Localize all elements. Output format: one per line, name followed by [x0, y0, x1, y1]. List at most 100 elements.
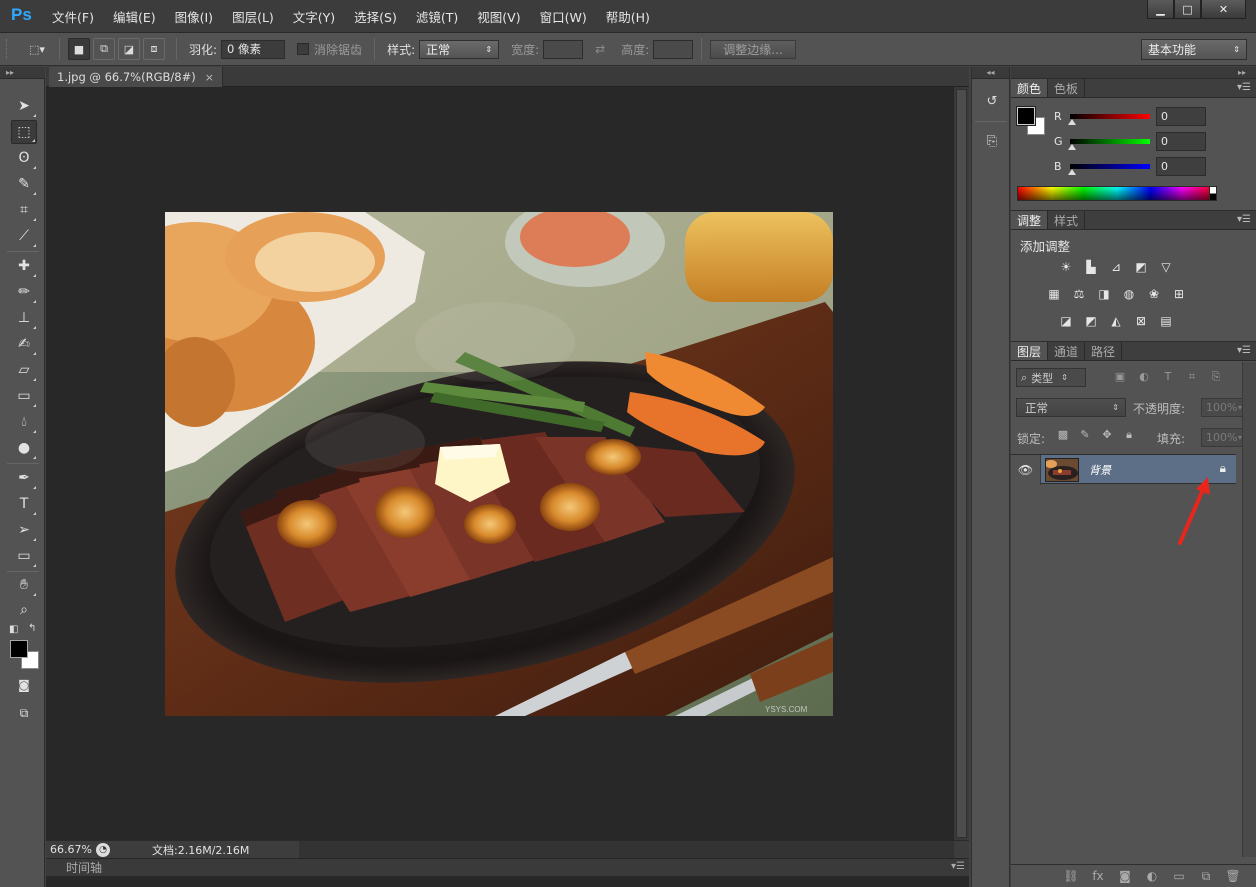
exposure-icon[interactable]: ◩ — [1132, 259, 1150, 275]
color-swatches[interactable] — [9, 639, 41, 671]
dock-collapse-icon[interactable]: ◂◂ — [972, 67, 1009, 79]
black-white-icon[interactable]: ◨ — [1095, 286, 1113, 302]
lock-position-icon[interactable]: ✥ — [1098, 428, 1116, 442]
horizontal-scrollbar[interactable] — [299, 840, 954, 858]
panel-menu-icon[interactable]: ▾☰ — [1237, 82, 1251, 93]
zoom-tool-icon[interactable]: ⌕ — [11, 598, 37, 622]
photo-filter-icon[interactable]: ◍ — [1120, 286, 1138, 302]
layer-filter-select[interactable]: ⌕ 类型 ⇕ — [1016, 368, 1086, 387]
add-mask-icon[interactable]: ◙ — [1116, 869, 1134, 883]
maximize-button[interactable]: □ — [1174, 0, 1201, 19]
timeline-panel[interactable]: 时间轴 ▾☰ — [46, 858, 969, 876]
blue-slider[interactable] — [1068, 164, 1150, 175]
brush-tool-icon[interactable]: ✏ — [11, 280, 37, 304]
red-value-input[interactable]: 0 — [1156, 107, 1206, 126]
scrollbar-thumb[interactable] — [956, 89, 967, 838]
type-tool-icon[interactable]: T — [11, 492, 37, 516]
quick-select-tool-icon[interactable]: ✎ — [11, 172, 37, 196]
menu-layer[interactable]: 图层(L) — [232, 7, 274, 26]
menu-type[interactable]: 文字(Y) — [293, 7, 335, 26]
vertical-scrollbar[interactable] — [953, 87, 969, 840]
hue-saturation-icon[interactable]: ▦ — [1045, 286, 1063, 302]
visibility-eye-icon[interactable]: 👁︎ — [1011, 455, 1041, 485]
eraser-tool-icon[interactable]: ▱ — [11, 358, 37, 382]
tab-layers[interactable]: 图层 — [1011, 342, 1049, 360]
subtract-selection-icon[interactable]: ◪ — [118, 38, 140, 60]
threshold-icon[interactable]: ◭ — [1107, 313, 1125, 329]
feather-input[interactable]: 0 像素 — [221, 39, 286, 59]
add-selection-icon[interactable]: ⧉ — [93, 38, 115, 60]
levels-icon[interactable]: ▙ — [1082, 259, 1100, 275]
delete-layer-icon[interactable]: 🗑︎ — [1224, 869, 1242, 883]
vibrance-icon[interactable]: ▽ — [1157, 259, 1175, 275]
menu-view[interactable]: 视图(V) — [477, 7, 520, 26]
tab-paths[interactable]: 路径 — [1085, 342, 1123, 360]
panel-menu-icon[interactable]: ▾☰ — [1237, 214, 1251, 225]
tab-styles[interactable]: 样式 — [1048, 211, 1086, 229]
crop-tool-icon[interactable]: ⌗ — [11, 198, 37, 222]
hand-tool-icon[interactable]: ✋︎ — [11, 573, 37, 597]
new-layer-icon[interactable]: ⧉ — [1197, 869, 1215, 884]
quick-mask-icon[interactable]: ◙ — [11, 673, 37, 697]
foreground-color-swatch[interactable] — [1016, 106, 1036, 126]
green-slider[interactable] — [1068, 139, 1150, 150]
history-panel-icon[interactable]: ↺ — [979, 89, 1005, 113]
layer-name[interactable]: 背景 — [1089, 462, 1111, 478]
panel-menu-icon[interactable]: ▾☰ — [951, 861, 965, 872]
marquee-tool-icon[interactable]: ⬚ — [11, 120, 37, 144]
zoom-level[interactable]: 66.67% — [46, 843, 96, 856]
lock-transparency-icon[interactable]: ▩ — [1054, 428, 1072, 442]
menu-help[interactable]: 帮助(H) — [606, 7, 650, 26]
clone-stamp-tool-icon[interactable]: ⊥ — [11, 306, 37, 330]
filter-shape-icon[interactable]: ⌗ — [1183, 370, 1201, 384]
new-group-icon[interactable]: ▭ — [1170, 869, 1188, 883]
rectangle-tool-icon[interactable]: ▭ — [11, 544, 37, 568]
color-lookup-icon[interactable]: ⊞ — [1170, 286, 1188, 302]
link-layers-icon[interactable]: ⛓ — [1062, 869, 1080, 883]
posterize-icon[interactable]: ◩ — [1082, 313, 1100, 329]
blue-value-input[interactable]: 0 — [1156, 157, 1206, 176]
close-button[interactable]: ✕ — [1201, 0, 1246, 19]
intersect-selection-icon[interactable]: ⧈ — [143, 38, 165, 60]
gradient-map-icon[interactable]: ▤ — [1157, 313, 1175, 329]
fill-input[interactable]: 100% ▾ — [1201, 428, 1246, 447]
channel-mixer-icon[interactable]: ❀ — [1145, 286, 1163, 302]
lock-pixels-icon[interactable]: ✎ — [1076, 428, 1094, 442]
swap-icon[interactable]: ⇄ — [595, 42, 605, 56]
filter-smart-icon[interactable]: ⎘ — [1207, 370, 1225, 384]
history-brush-tool-icon[interactable]: ✍ — [11, 332, 37, 356]
menu-select[interactable]: 选择(S) — [354, 7, 397, 26]
layer-thumbnail[interactable] — [1045, 458, 1079, 482]
tab-swatches[interactable]: 色板 — [1048, 79, 1086, 97]
lasso-tool-icon[interactable]: ʘ — [11, 146, 37, 170]
properties-panel-icon[interactable]: ⎘ — [979, 129, 1005, 153]
filter-type-icon[interactable]: T — [1159, 370, 1177, 384]
layer-lock-icon[interactable]: 🔒︎ — [1220, 461, 1226, 476]
tab-color[interactable]: 颜色 — [1011, 79, 1049, 97]
dodge-tool-icon[interactable]: ● — [11, 436, 37, 460]
gradient-tool-icon[interactable]: ▭ — [11, 384, 37, 408]
tab-adjustments[interactable]: 调整 — [1011, 211, 1049, 229]
new-adjustment-icon[interactable]: ◐ — [1143, 869, 1161, 883]
opacity-input[interactable]: 100% ▾ — [1201, 398, 1246, 417]
menu-window[interactable]: 窗口(W) — [540, 7, 587, 26]
healing-brush-tool-icon[interactable]: ✚ — [11, 254, 37, 278]
selective-color-icon[interactable]: ⊠ — [1132, 313, 1150, 329]
menu-image[interactable]: 图像(I) — [175, 7, 213, 26]
menu-edit[interactable]: 编辑(E) — [113, 7, 156, 26]
layer-style-icon[interactable]: fx — [1089, 869, 1107, 883]
slider-handle-icon[interactable] — [1068, 119, 1076, 125]
width-input[interactable] — [543, 39, 584, 59]
layer-row-background[interactable]: 👁︎ 背景 🔒︎ — [1011, 454, 1236, 485]
slider-handle-icon[interactable] — [1068, 144, 1076, 150]
refine-edge-button[interactable]: 调整边缘... — [710, 39, 796, 59]
status-info-icon[interactable]: ◔ — [96, 842, 110, 857]
options-grip[interactable] — [6, 39, 12, 59]
color-balance-icon[interactable]: ⚖ — [1070, 286, 1088, 302]
pen-tool-icon[interactable]: ✒ — [11, 466, 37, 490]
toolbox-header[interactable]: ▸▸ — [0, 67, 45, 79]
move-tool-icon[interactable]: ➤ — [11, 94, 37, 118]
swap-colors-icon[interactable]: ↰ — [28, 623, 36, 634]
lock-all-icon[interactable]: 🔒︎ — [1120, 428, 1138, 442]
document-tab[interactable]: 1.jpg @ 66.7%(RGB/8#) × — [49, 67, 223, 87]
